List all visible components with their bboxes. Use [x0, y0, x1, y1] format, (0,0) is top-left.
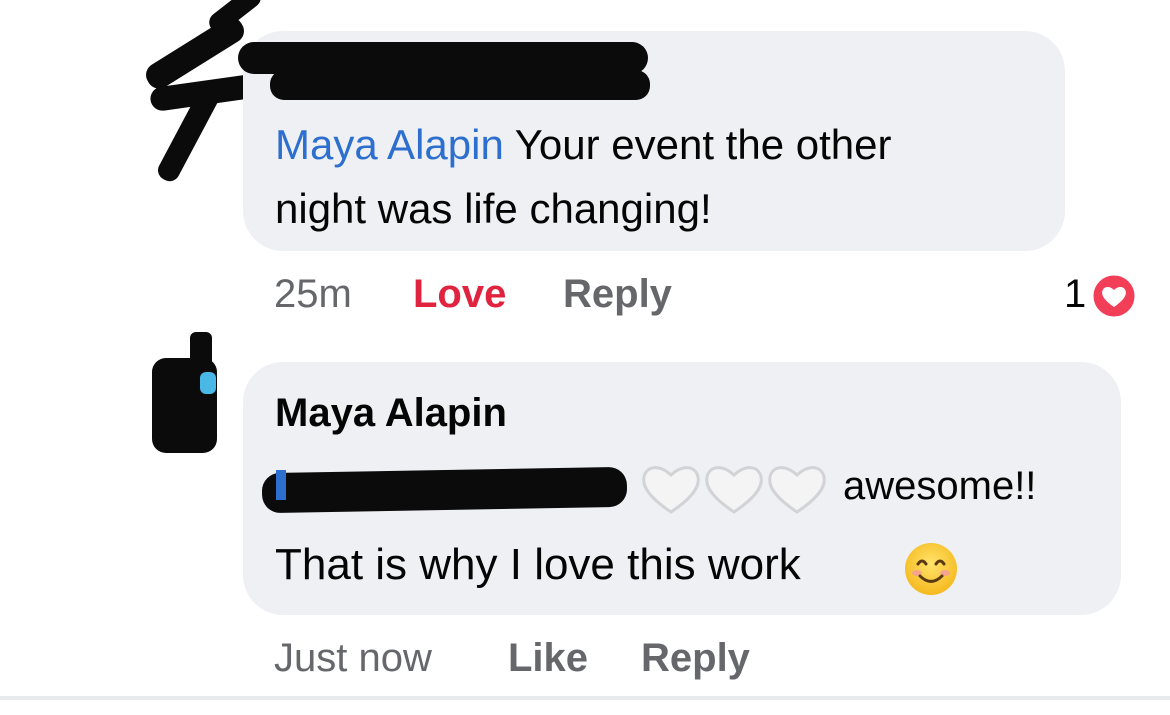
comment-text-line2: night was life changing! — [275, 185, 712, 232]
reaction-count[interactable]: 1 — [1064, 272, 1086, 317]
mention-link[interactable]: Maya Alapin — [275, 121, 504, 168]
heart-reaction-icon — [1090, 272, 1138, 320]
reply-button-2[interactable]: Reply — [641, 636, 750, 681]
reply-text-line1: awesome!! — [843, 464, 1037, 508]
reply-timestamp: Just now — [274, 636, 432, 680]
reply-text-line2: That is why I love this work — [275, 540, 801, 589]
smiling-face-icon — [902, 540, 960, 598]
reply-author-name[interactable]: Maya Alapin — [275, 390, 507, 436]
bottom-divider — [0, 696, 1170, 700]
reply-button[interactable]: Reply — [563, 272, 672, 317]
comment-timestamp: 25m — [274, 272, 352, 316]
reaction-count-value: 1 — [1064, 272, 1087, 316]
like-button[interactable]: Like — [508, 636, 588, 681]
comment-text-line1: Your event the other — [514, 121, 892, 168]
love-reaction-button[interactable]: Love — [413, 272, 506, 317]
comment-text: Maya Alapin Your event the other — [275, 120, 891, 170]
